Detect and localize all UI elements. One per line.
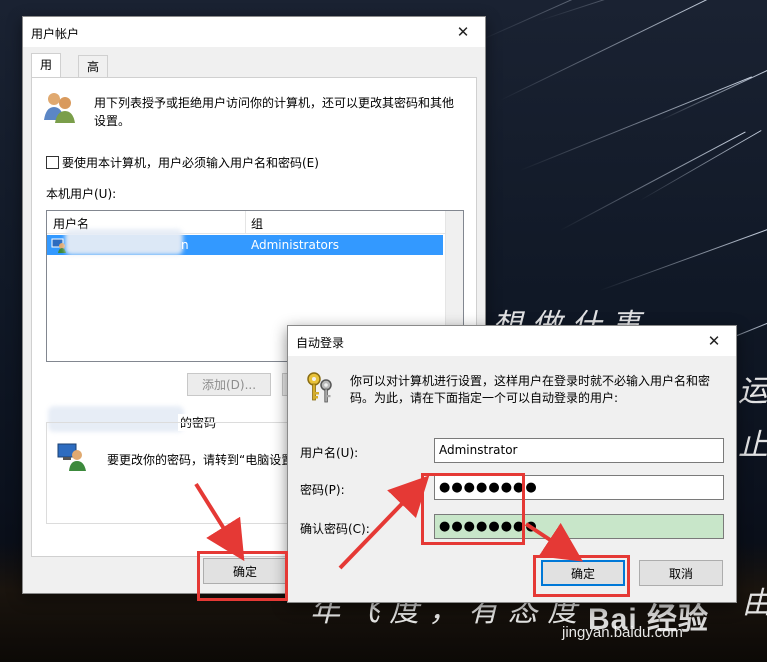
arrow-to-auto-logon-ok [524, 522, 584, 562]
arrow-to-ua-ok [194, 482, 245, 562]
arrow-to-passwords [338, 475, 430, 570]
annotation-arrows [194, 475, 584, 570]
